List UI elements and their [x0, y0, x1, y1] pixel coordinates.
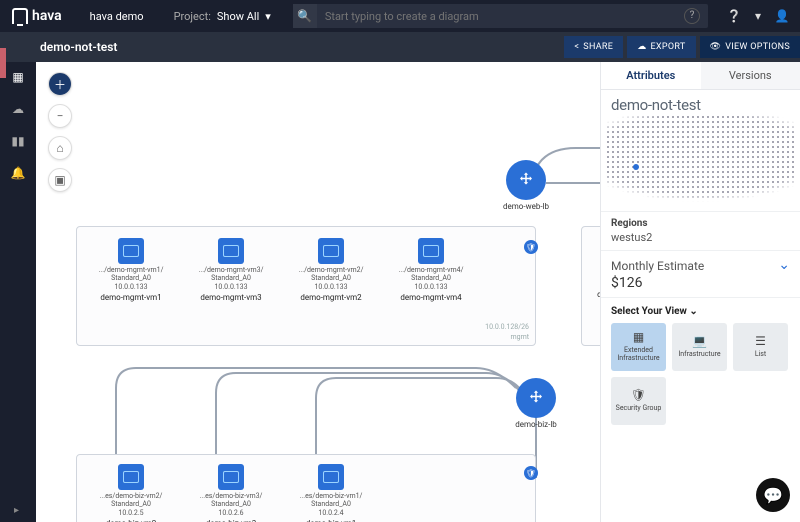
vm-node[interactable]: .../demo-mgmt-vm4/Standard_A010.0.0.133 … — [386, 238, 476, 302]
load-balancer-web[interactable] — [506, 160, 546, 200]
vm-icon — [318, 238, 344, 264]
nsg-badge-icon[interactable]: 🛡 — [524, 466, 538, 480]
vm-icon — [118, 464, 144, 490]
laptop-icon: 💻 — [692, 335, 707, 348]
regions-label: Regions — [611, 218, 790, 229]
view-options-button[interactable]: 👁VIEW OPTIONS — [700, 36, 800, 58]
grid-icon: ▦ — [633, 331, 644, 344]
world-map — [607, 116, 794, 211]
regions-value: westus2 — [611, 231, 790, 244]
rail-chart-icon[interactable]: ▮▮ — [9, 132, 27, 150]
chat-widget[interactable]: 💬 — [756, 478, 790, 512]
share-icon: < — [574, 42, 579, 52]
nsg-badge-icon[interactable]: 🛡 — [524, 240, 538, 254]
chevron-down-icon: ⌄ — [778, 257, 790, 273]
logo-icon — [12, 8, 28, 24]
rail-expand-icon[interactable]: ▸ — [14, 505, 19, 516]
brand-logo[interactable]: hava — [0, 8, 74, 24]
vm-icon — [118, 238, 144, 264]
vm-node[interactable]: .../demo-mgmt-vm2/Standard_A010.0.0.133 … — [286, 238, 376, 302]
help-icon[interactable]: ❔ — [726, 8, 742, 24]
vm-icon — [318, 464, 344, 490]
brand-text: hava — [32, 8, 62, 24]
vm-node[interactable]: ...es/demo-biz-vm2/Standard_A010.0.2.5 d… — [86, 464, 176, 522]
vm-node[interactable]: ...es/demo-biz-vm3/Standard_A010.0.2.6 d… — [186, 464, 276, 522]
tab-versions[interactable]: Versions — [701, 62, 800, 89]
project-label: Project: — [174, 10, 211, 23]
estimate-value: $126 — [611, 275, 790, 291]
rail-diagrams-icon[interactable]: ▦ — [9, 68, 27, 86]
vm-icon — [218, 464, 244, 490]
chevron-down-icon: ▾ — [265, 10, 271, 23]
vm-icon — [218, 238, 244, 264]
project-value: Show All — [217, 10, 259, 23]
lb-biz-label: demo-biz-lb — [506, 420, 566, 429]
load-balancer-icon — [517, 171, 535, 189]
estimate-label: Monthly Estimate — [611, 259, 704, 273]
view-infrastructure[interactable]: 💻Infrastructure — [672, 323, 727, 371]
load-balancer-icon — [527, 389, 545, 407]
load-balancer-biz[interactable] — [516, 378, 556, 418]
subnet-name: mgmt — [511, 333, 530, 341]
rail-cloud-icon[interactable]: ☁ — [9, 100, 27, 118]
search-bar[interactable]: 🔍 ? — [293, 4, 708, 28]
shield-icon: 🛡 — [631, 389, 646, 402]
left-rail: ▦ ☁ ▮▮ 🔔 ▸ — [0, 62, 36, 522]
list-icon: ☰ — [755, 335, 766, 348]
org-name[interactable]: hava demo — [74, 10, 160, 23]
vm-node[interactable]: ...es/demo-biz-vm1/Standard_A010.0.2.4 d… — [286, 464, 376, 522]
search-input[interactable] — [317, 10, 676, 23]
chevron-down-icon: ⌄ — [689, 306, 697, 317]
search-icon: 🔍 — [293, 4, 317, 28]
chevron-down-icon[interactable]: ▾ — [750, 8, 766, 24]
export-icon: ☁ — [637, 42, 646, 52]
vm-node[interactable]: S demo-we — [586, 238, 600, 299]
search-help-icon[interactable]: ? — [684, 8, 700, 24]
add-button[interactable]: ＋ — [48, 72, 72, 96]
attributes-panel: Attributes Versions demo-not-test Region… — [600, 62, 800, 522]
vm-node[interactable]: .../demo-mgmt-vm1/Standard_A010.0.0.133 … — [86, 238, 176, 302]
eye-icon: 👁 — [710, 42, 722, 52]
diagram-canvas[interactable]: demo-web-lb 10.0.0.128/26 mgmt 🛡 .../dem… — [76, 68, 600, 522]
view-security-group[interactable]: 🛡Security Group — [611, 377, 666, 425]
view-list[interactable]: ☰List — [733, 323, 788, 371]
tab-attributes[interactable]: Attributes — [601, 62, 701, 89]
region-marker — [633, 164, 639, 170]
project-selector[interactable]: Project: Show All ▾ — [160, 10, 285, 23]
panel-title: demo-not-test — [601, 90, 800, 116]
select-view-label[interactable]: Select Your View ⌄ — [611, 306, 790, 317]
rail-alerts-icon[interactable]: 🔔 — [9, 164, 27, 182]
lb-web-label: demo-web-lb — [496, 202, 556, 211]
vm-node[interactable]: .../demo-mgmt-vm3/Standard_A010.0.0.133 … — [186, 238, 276, 302]
view-extended-infra[interactable]: ▦Extended Infrastructure — [611, 323, 666, 371]
user-icon[interactable]: 👤 — [774, 8, 790, 24]
estimate-row[interactable]: Monthly Estimate ⌄ — [611, 257, 790, 273]
fullscreen-button[interactable]: ▣ — [48, 168, 72, 192]
vm-icon — [418, 238, 444, 264]
share-button[interactable]: <SHARE — [564, 36, 623, 58]
export-button[interactable]: ☁EXPORT — [627, 36, 695, 58]
chat-icon: 💬 — [763, 486, 783, 505]
zoom-out-button[interactable]: − — [48, 104, 72, 128]
fit-button[interactable]: ⌂ — [48, 136, 72, 160]
subnet-cidr: 10.0.0.128/26 — [485, 323, 529, 331]
page-title: demo-not-test — [40, 40, 117, 54]
